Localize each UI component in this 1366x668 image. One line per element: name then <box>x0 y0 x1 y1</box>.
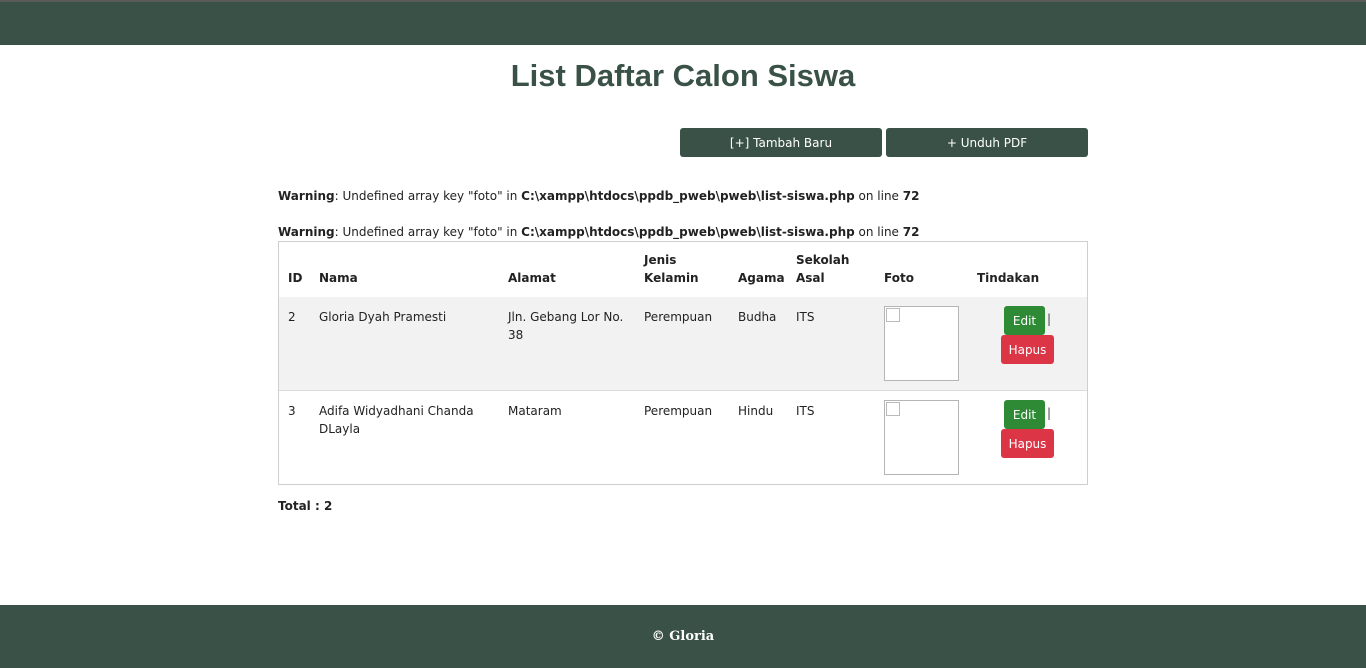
table-row: 2 Gloria Dyah Pramesti Jln. Gebang Lor N… <box>279 297 1087 391</box>
top-navbar <box>0 0 1366 45</box>
table-header: ID Nama Alamat Jenis Kelamin Agama Sekola… <box>279 242 1087 298</box>
header-alamat: Alamat <box>508 271 556 285</box>
students-table: ID Nama Alamat Jenis Kelamin Agama Sekola… <box>278 241 1088 485</box>
delete-button[interactable]: Hapus <box>1001 335 1054 364</box>
warning-on-line: on line <box>854 225 903 239</box>
warning-message: : Undefined array key "foto" in <box>334 225 522 239</box>
page-title: List Daftar Calon Siswa <box>510 58 856 93</box>
delete-button[interactable]: Hapus <box>1001 429 1054 458</box>
action-separator: | <box>1047 312 1052 326</box>
warning-message: : Undefined array key "foto" in <box>334 189 522 203</box>
header-jenis-kelamin: Jenis Kelamin <box>644 251 699 287</box>
warning-label: Warning <box>278 189 335 203</box>
warning-file: C:\xampp\htdocs\ppdb_pweb\pweb\list-sisw… <box>521 189 855 203</box>
cell-alamat-line1: Jln. Gebang Lor No. <box>508 310 624 324</box>
php-warning: Warning: Undefined array key "foto" in C… <box>278 189 919 203</box>
cell-alamat-line2: 38 <box>508 328 524 342</box>
total-count: Total : 2 <box>278 499 333 513</box>
cell-sekolah-asal: ITS <box>796 404 815 418</box>
cell-agama: Budha <box>738 310 777 324</box>
header-sekolah-line2: Asal <box>796 271 825 285</box>
action-separator: | <box>1047 406 1052 420</box>
student-photo <box>884 400 959 475</box>
cell-jenis-kelamin: Perempuan <box>644 310 713 324</box>
student-photo <box>884 306 959 381</box>
cell-nama: Gloria Dyah Pramesti <box>319 310 447 324</box>
cell-alamat: Mataram <box>508 404 562 418</box>
footer-copyright: © Gloria <box>651 629 715 644</box>
cell-nama-line2: DLayla <box>319 422 361 436</box>
header-sekolah-line1: Sekolah <box>796 253 850 267</box>
header-tindakan: Tindakan <box>977 271 1040 285</box>
edit-button[interactable]: Edit <box>1004 306 1045 335</box>
add-new-button[interactable]: [+] Tambah Baru <box>680 128 882 157</box>
warning-file: C:\xampp\htdocs\ppdb_pweb\pweb\list-sisw… <box>521 225 855 239</box>
header-agama: Agama <box>738 271 785 285</box>
header-nama: Nama <box>319 271 358 285</box>
cell-id: 2 <box>288 310 296 324</box>
cell-alamat: Jln. Gebang Lor No. 38 <box>508 308 623 344</box>
warning-line: 72 <box>902 225 920 239</box>
cell-nama-line1: Adifa Widyadhani Chanda <box>319 404 474 418</box>
warning-line: 72 <box>902 189 920 203</box>
php-warning: Warning: Undefined array key "foto" in C… <box>278 225 919 239</box>
header-id: ID <box>288 271 303 285</box>
edit-button[interactable]: Edit <box>1004 400 1045 429</box>
warning-label: Warning <box>278 225 335 239</box>
header-jenis-line1: Jenis <box>644 253 677 267</box>
footer: © Gloria <box>0 605 1366 668</box>
header-jenis-line2: Kelamin <box>644 271 699 285</box>
download-pdf-button[interactable]: + Unduh PDF <box>886 128 1088 157</box>
warning-on-line: on line <box>854 189 903 203</box>
cell-agama: Hindu <box>738 404 774 418</box>
cell-jenis-kelamin: Perempuan <box>644 404 713 418</box>
table-row: 3 Adifa Widyadhani Chanda DLayla Mataram … <box>279 391 1087 485</box>
broken-image-icon <box>886 308 900 322</box>
cell-sekolah-asal: ITS <box>796 310 815 324</box>
broken-image-icon <box>886 402 900 416</box>
header-sekolah-asal: Sekolah Asal <box>796 251 849 287</box>
cell-nama: Adifa Widyadhani Chanda DLayla <box>319 402 474 438</box>
header-foto: Foto <box>884 271 914 285</box>
cell-id: 3 <box>288 404 296 418</box>
